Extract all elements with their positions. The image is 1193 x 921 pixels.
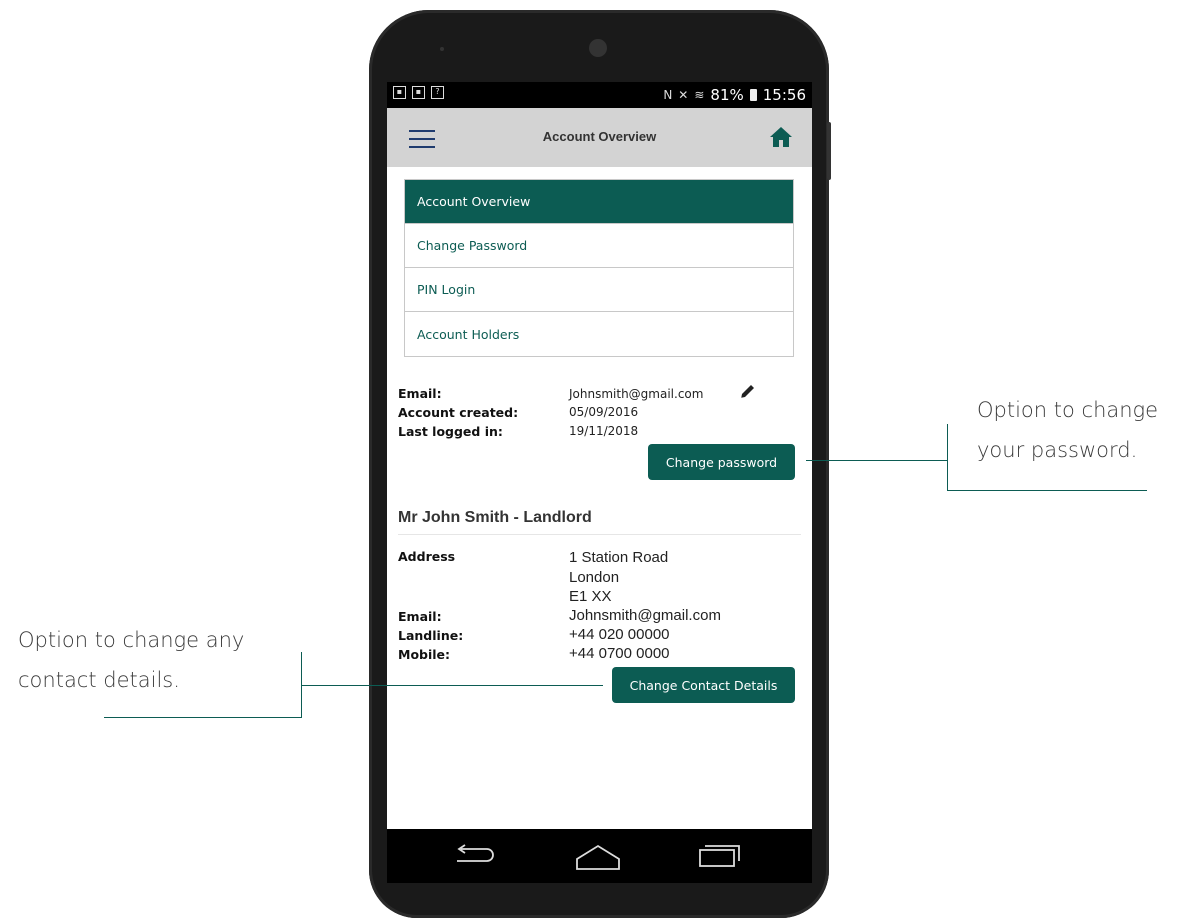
change-password-button[interactable]: Change password [648,444,795,480]
status-bar: ▪ ▪ ? N ✕ ≋ 81% 15:56 [387,82,812,108]
change-contact-details-button[interactable]: Change Contact Details [612,667,795,703]
address-line-1: 1 Station Road [569,549,669,566]
app-bar: Account Overview [387,108,812,167]
account-menu: Account Overview Change Password PIN Log… [404,179,794,357]
clipboard-notification-icon: ? [431,86,444,99]
contact-underline [104,717,302,718]
back-icon[interactable] [453,841,497,871]
mobile-label: Mobile: [398,647,451,662]
contact-email-value: Johnsmith@gmail.com [569,607,721,624]
contact-annotation-line1: Option to change any [18,628,245,652]
menu-item-change-password[interactable]: Change Password [405,224,793,268]
password-leader-line [806,460,948,461]
last-logged-in-value: 19/11/2018 [569,424,639,438]
password-leader-bracket [947,424,948,490]
mute-icon: ✕ [678,88,689,102]
image-notification-icon: ▪ [393,86,406,99]
password-annotation-line1: Option to change [977,398,1159,422]
address-line-2: London [569,569,620,586]
menu-item-pin-login[interactable]: PIN Login [405,268,793,312]
last-logged-in-label: Last logged in: [398,424,503,439]
password-underline [947,490,1147,491]
password-annotation-line2: your password. [977,438,1138,462]
mobile-value: +44 0700 0000 [569,645,670,662]
menu-item-account-overview[interactable]: Account Overview [405,180,793,224]
battery-icon [749,89,757,101]
account-email-label: Email: [398,386,442,401]
phone-camera [589,39,607,57]
page-title: Account Overview [542,129,657,144]
status-right: N ✕ ≋ 81% 15:56 [663,86,806,104]
account-email-value: Johnsmith@gmail.com [569,387,704,401]
contact-section-title: Mr John Smith - Landlord [398,509,592,526]
landline-value: +44 020 00000 [569,626,670,643]
pencil-icon[interactable] [739,382,757,400]
wifi-signal-icon: ≋ [694,88,705,102]
home-icon[interactable] [769,125,793,149]
battery-percent: 81% [710,86,744,104]
account-created-value: 05/09/2016 [569,405,639,419]
address-line-3: E1 XX [569,588,612,605]
section-divider [398,534,801,535]
clock: 15:56 [762,86,806,104]
notification-icons: ▪ ▪ ? [393,86,444,99]
address-label: Address [398,549,456,564]
landline-label: Landline: [398,628,464,643]
phone-screen: ▪ ▪ ? N ✕ ≋ 81% 15:56 Account Overview A… [387,82,812,883]
android-nav-bar [387,829,812,883]
contact-annotation-line2: contact details. [18,668,180,692]
account-created-label: Account created: [398,405,519,420]
recents-icon[interactable] [697,841,743,871]
menu-item-account-holders[interactable]: Account Holders [405,312,793,356]
gallery-notification-icon: ▪ [412,86,425,99]
contact-email-label: Email: [398,609,442,624]
nfc-icon: N [663,88,673,102]
contact-leader-line [301,685,603,686]
phone-side-button [827,122,831,180]
home-nav-icon[interactable] [575,841,621,871]
phone-speaker [440,47,444,51]
